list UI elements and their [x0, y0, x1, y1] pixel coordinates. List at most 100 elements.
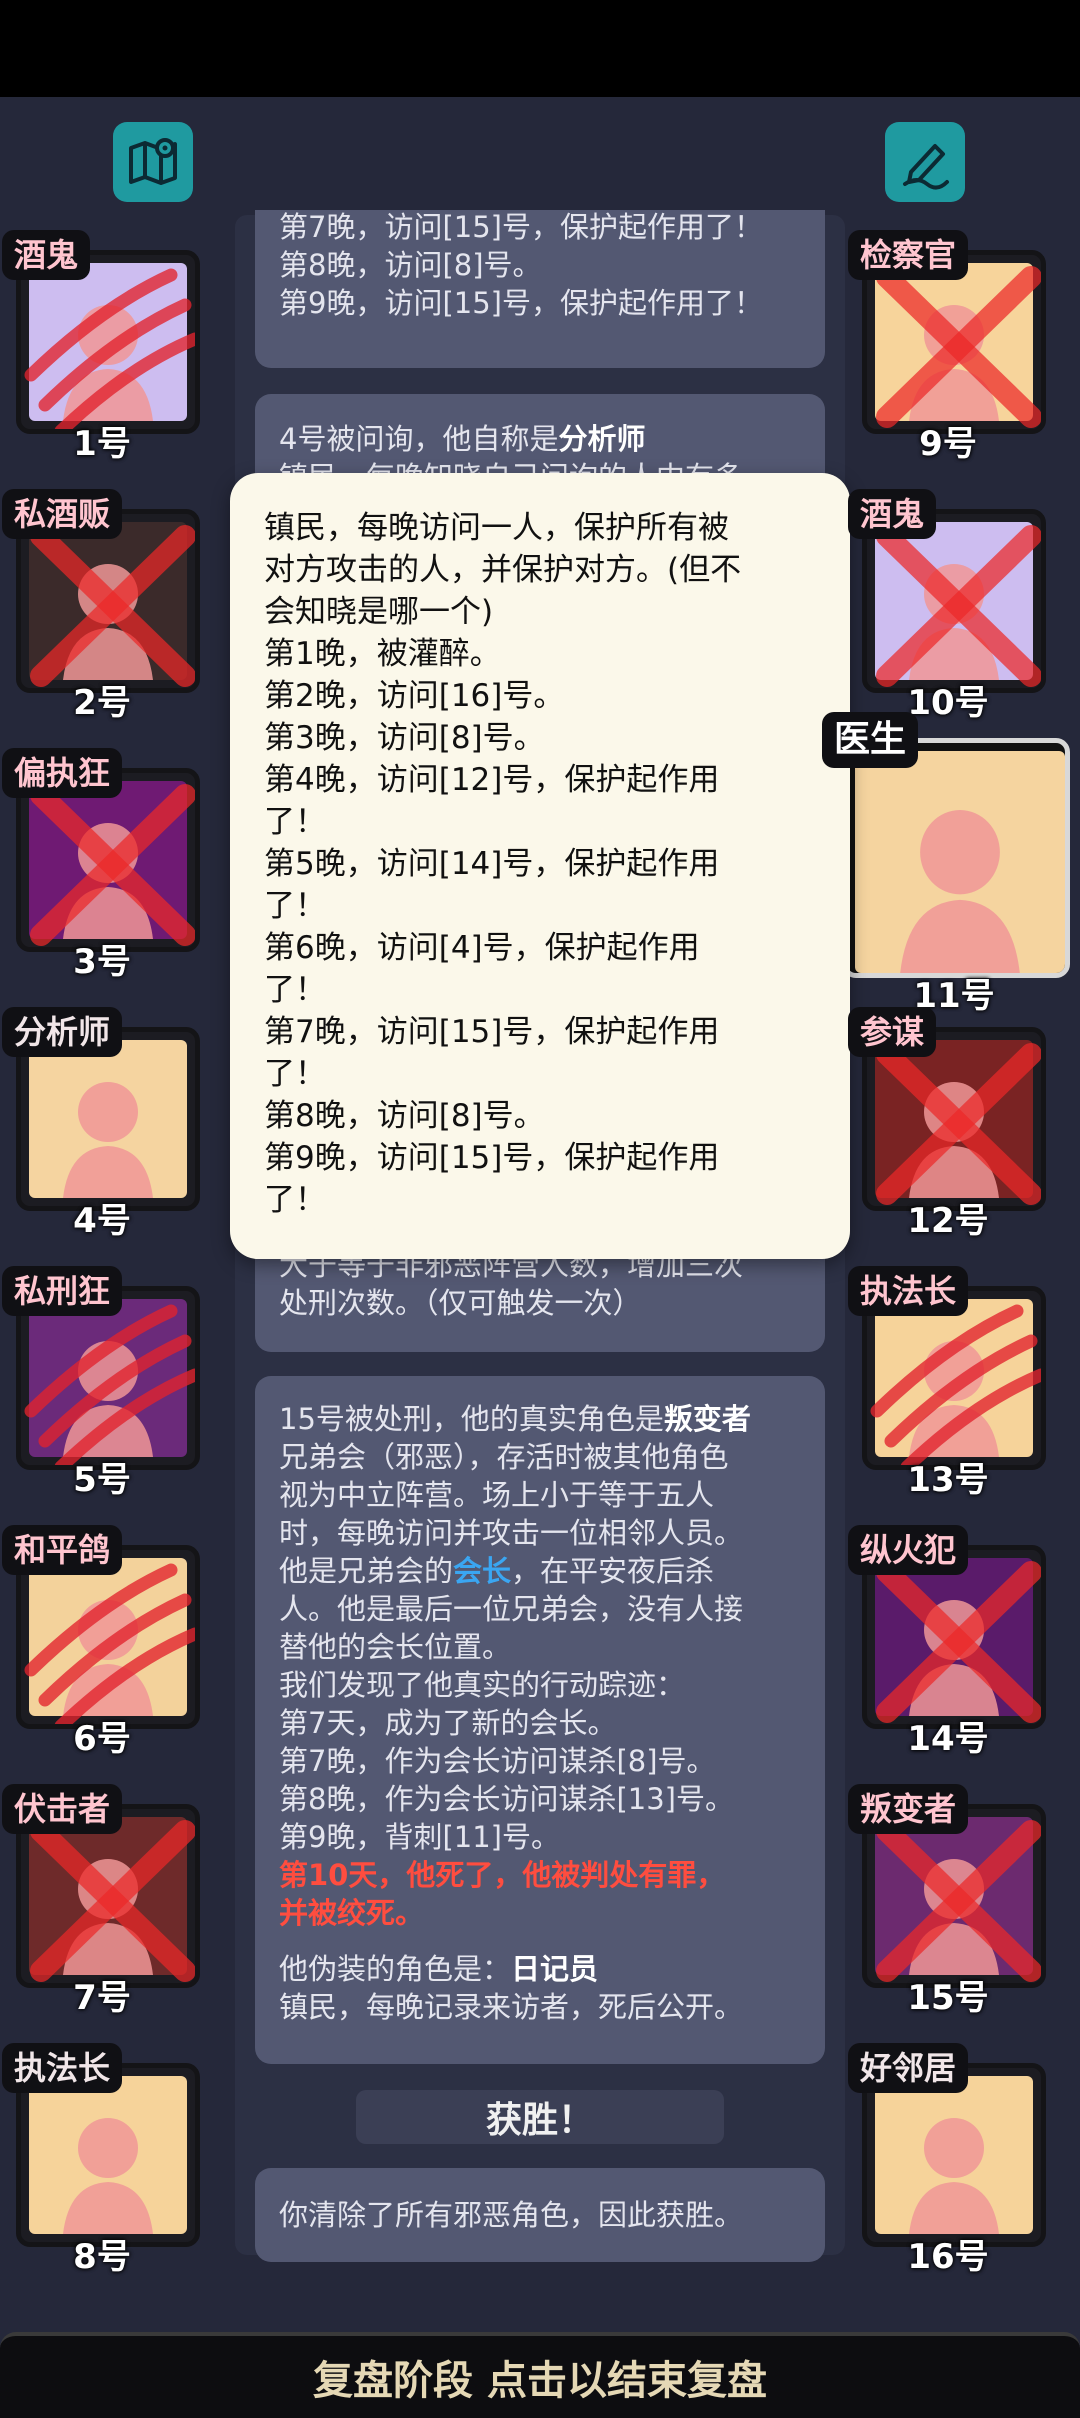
player-slot[interactable]: 执法长 13号 — [848, 1266, 1048, 1500]
portrait-frame — [842, 738, 1070, 978]
leader-link[interactable]: 会长 — [453, 1554, 511, 1588]
tooltip-line: 了！ — [264, 1182, 326, 1218]
eliminated-x-icon — [30, 525, 195, 687]
player-number: 6号 — [73, 1719, 131, 1759]
tooltip-line: 对方攻击的人，并保护对方。(但不 — [264, 552, 742, 588]
role-portrait — [875, 2076, 1033, 2234]
event-line: 第9晚，访问[15]号，保护起作用了！ — [279, 286, 763, 320]
player-slot[interactable]: 伏击者 7号 — [2, 1784, 202, 2018]
tooltip-line: 第5晚，访问[14]号，保护起作用 — [264, 846, 720, 882]
player-slot[interactable]: 分析师 4号 — [2, 1007, 202, 1241]
claw-slash-icon — [24, 268, 195, 429]
event-line: 第7晚，访问[15]号，保护起作用了！ — [279, 210, 763, 244]
player-slot[interactable]: 好邻居 16号 — [848, 2043, 1048, 2277]
role-portrait — [855, 751, 1065, 973]
map-button[interactable] — [113, 122, 193, 202]
claw-slash-icon — [24, 1563, 195, 1724]
disguise-role: 日记员 — [511, 1952, 599, 1986]
player-slot[interactable]: 检察官 9号 — [848, 230, 1048, 464]
trace-line: 第9晚，背刺[11]号。 — [279, 1820, 560, 1854]
role-desc: 视为中立阵营。场上小于等于五人 — [279, 1478, 715, 1512]
claimed-role: 分析师 — [558, 422, 646, 456]
event-line: 15号被处刑，他的真实角色是 — [279, 1402, 664, 1436]
player-slot[interactable]: 纵火犯 14号 — [848, 1525, 1048, 1759]
role-label: 和平鸽 — [2, 1525, 123, 1575]
role-desc: 他是兄弟会的 — [279, 1554, 454, 1588]
result-text: 你清除了所有邪恶角色，因此获胜。 — [279, 2198, 744, 2232]
notes-button[interactable] — [885, 122, 965, 202]
event-line: 处刑次数。（仅可触发一次） — [279, 1286, 642, 1320]
eliminated-x-icon — [876, 1561, 1041, 1723]
role-label: 纵火犯 — [848, 1525, 969, 1575]
role-label: 执法长 — [848, 1266, 969, 1316]
player-number: 8号 — [73, 2237, 131, 2277]
eliminated-x-icon — [876, 1820, 1041, 1982]
role-label: 私酒贩 — [2, 489, 123, 539]
eliminated-x-icon — [30, 784, 195, 946]
player-slot[interactable]: 参谋 12号 — [848, 1007, 1048, 1241]
player-slot[interactable]: 私酒贩 2号 — [2, 489, 202, 723]
player-slot[interactable]: 执法长 8号 — [2, 2043, 202, 2277]
player-number: 2号 — [73, 683, 131, 723]
role-desc: 替他的会长位置。 — [279, 1630, 512, 1664]
role-label: 叛变者 — [848, 1784, 969, 1834]
player-slot[interactable]: 和平鸽 6号 — [2, 1525, 202, 1759]
player-slot[interactable]: 私刑狂 5号 — [2, 1266, 202, 1500]
tooltip-line: 会知晓是哪一个) — [264, 594, 494, 630]
player-number: 5号 — [73, 1460, 131, 1500]
death-line: 并被绞死。 — [279, 1896, 425, 1930]
disguise-desc: 镇民，每晚记录来访者，死后公开。 — [279, 1990, 744, 2024]
character-silhouette-icon — [900, 810, 1020, 973]
victory-banner: 获胜！ — [356, 2090, 724, 2144]
character-silhouette-icon — [909, 2118, 999, 2234]
role-portrait — [29, 1040, 187, 1198]
true-role: 叛变者 — [663, 1402, 751, 1436]
player-number: 12号 — [907, 1201, 989, 1241]
tooltip-line: 第3晚，访问[8]号。 — [264, 720, 545, 756]
role-label: 酒鬼 — [2, 230, 91, 280]
death-line: 第10天，他死了，他被判处有罪， — [279, 1858, 726, 1892]
tooltip-line: 第8晚，访问[8]号。 — [264, 1098, 545, 1134]
role-desc: 人。他是最后一位兄弟会，没有人接 — [279, 1592, 744, 1626]
trace-line: 第7天，成为了新的会长。 — [279, 1706, 617, 1740]
role-desc: ，在平安夜后杀 — [511, 1554, 715, 1588]
player-number: 16号 — [907, 2237, 989, 2277]
role-label: 酒鬼 — [848, 489, 937, 539]
map-icon — [129, 138, 177, 185]
player-number: 7号 — [73, 1978, 131, 2018]
player-number: 9号 — [919, 424, 977, 464]
tooltip-line: 镇民，每晚访问一人，保护所有被 — [264, 510, 729, 546]
role-label: 参谋 — [848, 1007, 937, 1057]
player-slot[interactable]: 酒鬼 1号 — [2, 230, 202, 464]
tooltip-line: 第2晚，访问[16]号。 — [264, 678, 565, 714]
execution-card: 15号被处刑，他的真实角色是叛变者 兄弟会（邪恶），存活时被其他角色 视为中立阵… — [255, 1376, 825, 2064]
role-label: 医生 — [822, 712, 919, 768]
disguise-label: 他伪装的角色是： — [279, 1952, 512, 1986]
player-slot[interactable]: 偏执狂 3号 — [2, 748, 202, 982]
character-silhouette-icon — [63, 1082, 153, 1198]
trace-heading: 我们发现了他真实的行动踪迹： — [279, 1668, 686, 1702]
player-number: 13号 — [907, 1460, 989, 1500]
eliminated-x-icon — [876, 525, 1041, 687]
tooltip-line: 了！ — [264, 972, 326, 1008]
player-slot[interactable]: 医生 11号 — [822, 712, 1070, 1016]
player-number: 15号 — [907, 1978, 989, 2018]
role-tooltip[interactable]: 镇民，每晚访问一人，保护所有被 对方攻击的人，并保护对方。(但不 会知晓是哪一个) 第… — [230, 473, 850, 1259]
player-number: 4号 — [73, 1201, 131, 1241]
player-slot[interactable]: 叛变者 15号 — [848, 1784, 1048, 2018]
tooltip-line: 第4晚，访问[12]号，保护起作用 — [264, 762, 720, 798]
claw-slash-icon — [870, 1304, 1041, 1465]
tooltip-line: 第1晚，被灌醉。 — [264, 636, 501, 672]
tooltip-line: 了！ — [264, 804, 326, 840]
player-slot[interactable]: 酒鬼 10号 — [848, 489, 1048, 723]
role-portrait — [29, 2076, 187, 2234]
end-review-button[interactable]: 复盘阶段 点击以结束复盘 — [0, 2332, 1080, 2418]
event-line: 第8晚，访问[8]号。 — [279, 248, 542, 282]
player-number: 3号 — [73, 942, 131, 982]
tooltip-line: 了！ — [264, 888, 326, 924]
tooltip-line: 第7晚，访问[15]号，保护起作用 — [264, 1014, 720, 1050]
event-line: 4号被问询，他自称是 — [279, 422, 559, 456]
eliminated-x-icon — [30, 1820, 195, 1982]
role-label: 执法长 — [2, 2043, 123, 2093]
role-label: 私刑狂 — [2, 1266, 123, 1316]
